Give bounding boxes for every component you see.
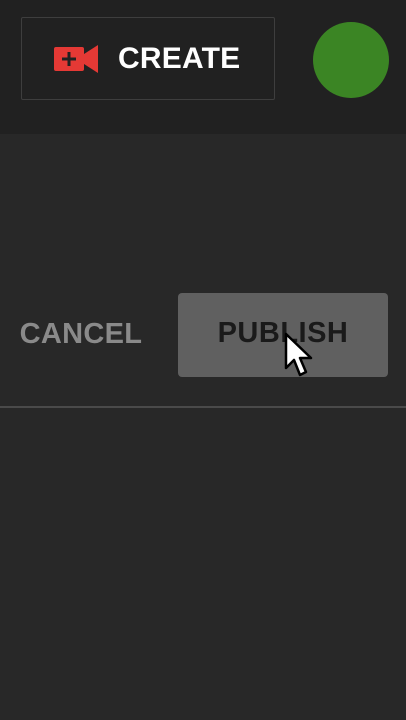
publish-button-label: PUBLISH — [217, 317, 349, 349]
avatar[interactable] — [313, 22, 389, 98]
publish-button[interactable]: PUBLISH — [178, 293, 388, 377]
cancel-button[interactable]: CANCEL — [10, 306, 152, 362]
cancel-button-label: CANCEL — [19, 318, 143, 350]
divider — [0, 406, 406, 408]
top-header: CREATE — [0, 0, 406, 134]
video-camera-plus-icon — [54, 45, 98, 73]
create-button-label: CREATE — [118, 42, 241, 75]
create-button[interactable]: CREATE — [21, 17, 275, 100]
